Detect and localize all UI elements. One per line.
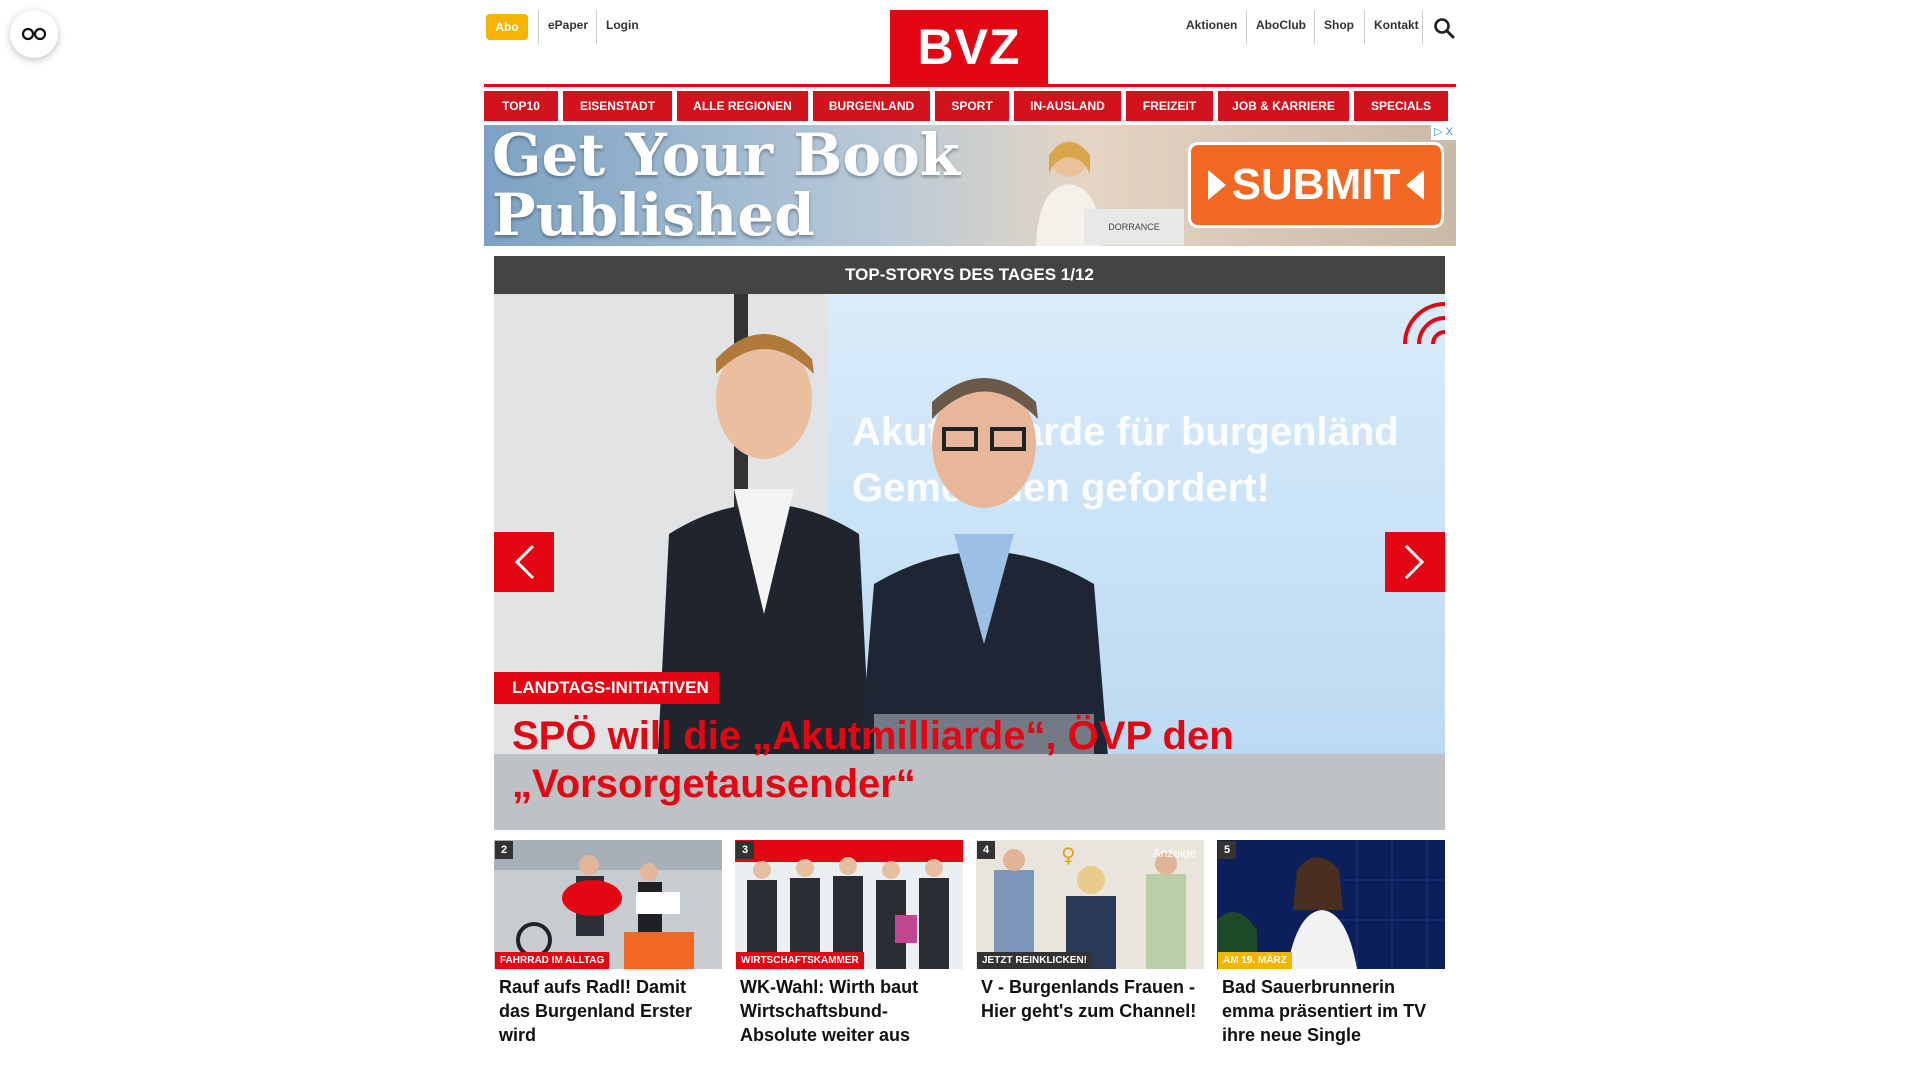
card-category: FAHRRAD IM ALLTAG — [495, 952, 610, 969]
ad-banner[interactable]: Get Your Book Published DORRANCE SUBMIT … — [484, 125, 1456, 246]
card-photo-group — [735, 840, 963, 969]
card-title[interactable]: WK-Wahl: Wirth baut Wirtschaftsbund-Abso… — [740, 975, 958, 1047]
card-rank: 2 — [495, 841, 513, 859]
card-category: WIRTSCHAFTSKAMMER — [736, 952, 864, 969]
card-photo-bike — [494, 840, 722, 969]
card-category: AM 19. MÄRZ — [1218, 952, 1292, 969]
header-divider — [484, 84, 1456, 87]
divider — [1364, 10, 1365, 44]
nav-item-eisenstadt[interactable]: EISENSTADT — [563, 91, 672, 121]
aboclub-link[interactable]: AboClub — [1256, 18, 1306, 32]
play-left-icon — [1406, 170, 1425, 200]
epaper-link[interactable]: ePaper — [548, 18, 588, 32]
divider — [1422, 10, 1423, 44]
carousel-prev-button[interactable] — [494, 532, 554, 592]
carousel-next-button[interactable] — [1385, 532, 1445, 592]
play-right-icon — [1207, 170, 1226, 200]
glasses-icon — [21, 27, 47, 41]
chevron-right-icon — [1404, 544, 1425, 580]
nav-item-sport[interactable]: SPORT — [935, 91, 1009, 121]
card-category: JETZT REINKLICKEN! — [977, 952, 1092, 969]
site-header: Abo ePaper Login BVZ Aktionen AboClub Sh… — [484, 0, 1456, 84]
page-container: Abo ePaper Login BVZ Aktionen AboClub Sh… — [484, 0, 1456, 1045]
card-rank: 5 — [1218, 841, 1236, 859]
story-card[interactable]: 3 WIRTSCHAFTSKAMMER WK-Wahl: Wirth baut … — [735, 840, 963, 1047]
reader-mode-button[interactable] — [10, 10, 58, 58]
card-image: 2 FAHRRAD IM ALLTAG — [494, 840, 722, 969]
story-card[interactable]: 2 FAHRRAD IM ALLTAG Rauf aufs Radl! Dami… — [494, 840, 722, 1047]
kontakt-link[interactable]: Kontakt — [1374, 18, 1419, 32]
shop-link[interactable]: Shop — [1324, 18, 1354, 32]
nav-item-specials[interactable]: SPECIALS — [1354, 91, 1448, 121]
nav-item-job-karriere[interactable]: JOB & KARRIERE — [1218, 91, 1349, 121]
aktionen-link[interactable]: Aktionen — [1186, 18, 1237, 32]
story-card[interactable]: ♀ 4 Anzeige JETZT REINKLICKEN! V - Burge… — [976, 840, 1204, 1047]
ad-submit-button[interactable]: SUBMIT — [1188, 142, 1444, 228]
nav-item-burgenland[interactable]: BURGENLAND — [813, 91, 930, 121]
adchoices-icon[interactable]: ▷ X — [1431, 125, 1456, 140]
card-image: 3 WIRTSCHAFTSKAMMER — [735, 840, 963, 969]
login-link[interactable]: Login — [606, 18, 639, 32]
card-title[interactable]: Bad Sauerbrunnerin emma präsentiert im T… — [1222, 975, 1440, 1047]
divider — [596, 10, 597, 44]
card-ad-tag: Anzeige — [1152, 846, 1196, 860]
hero-slide[interactable]: Akutmilliarde für burgenländ Gemeinden g… — [494, 294, 1445, 830]
nav-item-in-ausland[interactable]: IN-AUSLAND — [1014, 91, 1121, 121]
nav-item-alle-regionen[interactable]: ALLE REGIONEN — [677, 91, 808, 121]
hero-kicker: LANDTAGS-INITIATIVEN — [494, 672, 719, 704]
card-rank: 3 — [736, 841, 754, 859]
card-image: 5 AM 19. MÄRZ — [1217, 840, 1445, 969]
svg-text:♀: ♀ — [1061, 843, 1076, 867]
bvz-logo[interactable]: BVZ — [890, 10, 1048, 84]
nav-item-top10[interactable]: TOP10 — [484, 91, 558, 121]
main-nav: TOP10 EISENSTADT ALLE REGIONEN BURGENLAN… — [484, 91, 1456, 121]
ad-brand-laptop: DORRANCE — [1084, 209, 1184, 245]
abo-button[interactable]: Abo — [486, 14, 528, 40]
card-photo-singer — [1217, 840, 1445, 969]
card-image: ♀ 4 Anzeige JETZT REINKLICKEN! — [976, 840, 1204, 969]
story-card[interactable]: 5 AM 19. MÄRZ Bad Sauerbrunnerin emma pr… — [1217, 840, 1445, 1047]
hero-headline[interactable]: SPÖ will die „Akutmilliarde“, ÖVP den „V… — [512, 712, 1412, 808]
story-cards: 2 FAHRRAD IM ALLTAG Rauf aufs Radl! Dami… — [494, 840, 1445, 1047]
card-title[interactable]: Rauf aufs Radl! Damit das Burgenland Ers… — [499, 975, 717, 1047]
top-stories-header: TOP-STORYS DES TAGES 1/12 — [494, 256, 1445, 294]
search-icon[interactable] — [1432, 16, 1456, 40]
divider — [1314, 10, 1315, 44]
card-title[interactable]: V - Burgenlands Frauen - Hier geht's zum… — [981, 975, 1199, 1023]
ad-headline-line2: Published — [492, 181, 815, 246]
divider — [1246, 10, 1247, 44]
ad-headline-line1: Get Your Book — [492, 125, 960, 189]
ad-headline: Get Your Book Published — [492, 125, 960, 245]
ad-submit-label: SUBMIT — [1231, 160, 1401, 209]
wifi-logo-icon — [1403, 302, 1445, 345]
nav-item-freizeit[interactable]: FREIZEIT — [1126, 91, 1213, 121]
chevron-left-icon — [514, 544, 535, 580]
divider — [538, 10, 539, 44]
card-rank: 4 — [977, 841, 995, 859]
